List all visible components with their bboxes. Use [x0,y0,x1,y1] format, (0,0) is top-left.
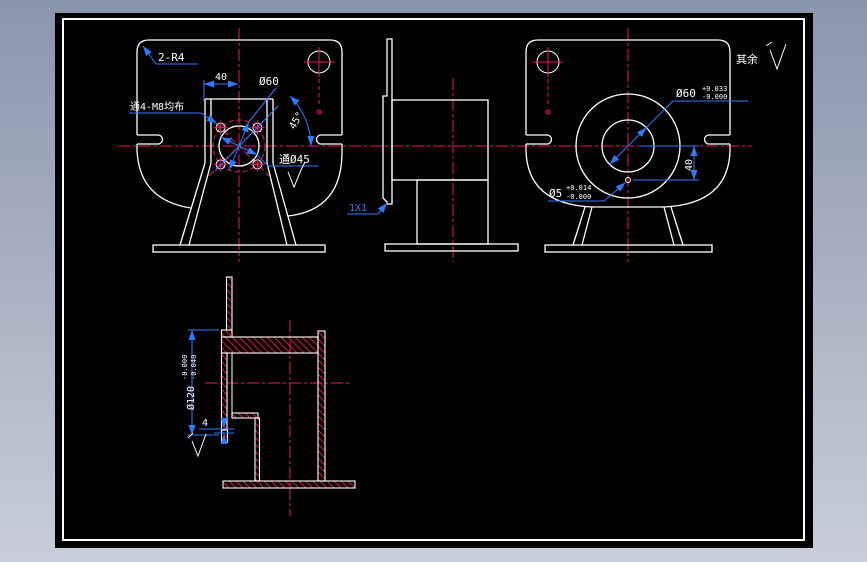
front-bolt-holes-label: 通4-M8均布 [130,101,184,113]
side-chamfer-label: 1X1 [349,203,367,214]
cad-drawing: 40 Ø60 通4-M8均布 45° 通Ø45 2-R4 1X1 Ø60 +0.… [55,13,813,548]
back-pin-tol-lower: -0.000 [566,193,591,201]
back-bore-tol-upper: +0.033 [702,85,727,93]
front-width-dim: 40 [215,72,227,83]
application-frame: 40 Ø60 通4-M8均布 45° 通Ø45 2-R4 1X1 Ø60 +0.… [0,0,867,562]
back-offset-dim: 40 [684,159,695,171]
section-flange-tol-upper: -0.000 [181,355,189,380]
section-flange-label: Ø120 [185,386,197,410]
section-flange-tol-lower: -0.040 [190,355,198,380]
front-bore-label: 通Ø45 [279,153,310,166]
back-bore-tol-lower: -0.000 [702,93,727,101]
front-bolt-circle-label: Ø60 [259,75,279,88]
section-thickness-dim: 4 [202,418,208,429]
back-pin-label: Ø5 [549,187,562,200]
back-bore-label: Ø60 [676,87,696,100]
finish-note-label: 其余 [736,52,758,66]
model-space [55,13,813,548]
front-corner-radius-label: 2-R4 [158,51,185,64]
back-pin-tol-upper: +0.014 [566,184,591,192]
